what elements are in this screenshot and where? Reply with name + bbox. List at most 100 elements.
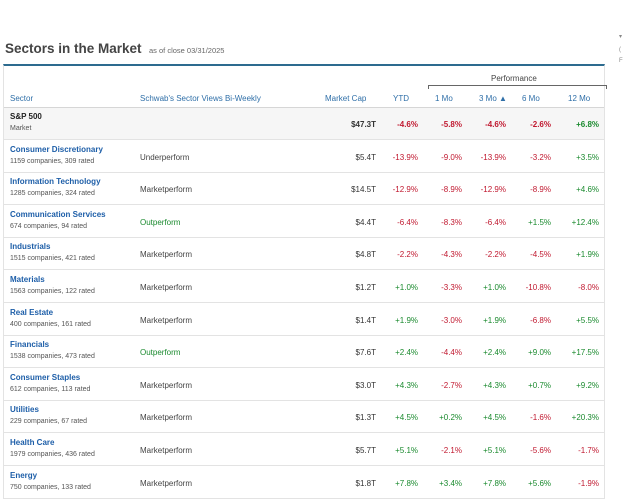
sector-name-link[interactable]: Communication Services	[10, 210, 106, 219]
ytd-value: -13.9%	[392, 152, 418, 162]
1mo-value: -5.8%	[441, 120, 462, 129]
1mo-value: -8.3%	[441, 217, 462, 227]
sector-name-link[interactable]: Financials	[10, 340, 49, 349]
col-header-sector[interactable]: Sector	[10, 94, 33, 107]
market-cap-value: $1.4T	[355, 315, 376, 325]
table-row: S&P 500 Market $47.3T -4.6% -5.8% -4.6% -2.6% +…	[4, 108, 604, 140]
sector-company-count: 1285 companies, 324 rated	[10, 190, 95, 198]
market-cap-value: $1.2T	[355, 283, 376, 292]
market-cap-value: $47.3T	[351, 120, 376, 129]
edge-fragment: ▾	[619, 34, 623, 40]
12mo-value: +4.6%	[576, 185, 599, 195]
col-header-3mo[interactable]: 3 Mo ▲	[479, 94, 507, 107]
sector-view-rating: Marketperform	[140, 478, 193, 488]
ytd-value: +4.5%	[395, 413, 418, 423]
table-row: Consumer Staples 612 companies, 113 rated…	[4, 369, 604, 401]
sector-view-rating: Marketperform	[140, 250, 193, 260]
sector-company-count: 229 companies, 67 rated	[10, 418, 88, 426]
table-row: Consumer Discretionary 1159 companies, 30…	[4, 141, 604, 173]
3mo-value: +7.8%	[483, 478, 506, 488]
12mo-value: +12.4%	[571, 217, 599, 227]
table-row: Materials 1563 companies, 122 rated Market…	[4, 271, 604, 303]
sector-company-count: 1979 companies, 436 rated	[10, 451, 95, 458]
sector-name-link[interactable]: Health Care	[10, 438, 54, 447]
1mo-value: +0.2%	[439, 413, 462, 423]
table-row: Financials 1538 companies, 473 rated Outpe…	[4, 336, 604, 369]
6mo-value: -4.5%	[530, 250, 551, 260]
6mo-value: -5.6%	[530, 446, 551, 455]
12mo-value: +1.9%	[576, 250, 599, 260]
ytd-value: +7.8%	[395, 478, 418, 488]
col-header-1mo[interactable]: 1 Mo	[435, 94, 453, 107]
market-cap-value: $1.3T	[355, 413, 376, 423]
1mo-value: -3.0%	[441, 315, 462, 325]
sector-name-link[interactable]: Industrials	[10, 242, 50, 251]
bracket-tick	[606, 85, 607, 89]
6mo-value: +1.5%	[528, 217, 551, 227]
sector-company-count: 1563 companies, 122 rated	[10, 288, 95, 295]
12mo-value: +3.5%	[576, 152, 599, 162]
6mo-value: +9.0%	[528, 348, 551, 358]
sector-name-link[interactable]: Materials	[10, 275, 45, 284]
table-row: Utilities 229 companies, 67 rated Marketpe…	[4, 401, 604, 434]
market-cap-value: $4.8T	[355, 250, 376, 260]
ytd-value: -12.9%	[392, 185, 418, 195]
12mo-value: -1.9%	[578, 478, 599, 488]
6mo-value: -2.6%	[530, 120, 551, 129]
ytd-value: +1.0%	[395, 283, 418, 292]
col-header-ytd[interactable]: YTD	[393, 94, 409, 107]
ytd-value: -4.6%	[397, 120, 418, 129]
6mo-value: -10.8%	[525, 283, 551, 292]
table-row: Energy 750 companies, 133 rated Marketperf…	[4, 467, 604, 499]
12mo-value: +6.8%	[576, 120, 599, 129]
3mo-value: +1.9%	[483, 315, 506, 325]
performance-group-label: Performance	[491, 74, 537, 83]
sector-name-link[interactable]: Consumer Staples	[10, 373, 80, 382]
ytd-value: -2.2%	[397, 250, 418, 260]
sectors-table: Performance Sector Schwab's Sector Views…	[3, 64, 607, 499]
sector-company-count: 1538 companies, 473 rated	[10, 353, 95, 361]
col-header-6mo[interactable]: 6 Mo	[522, 94, 540, 107]
sector-name-link[interactable]: Energy	[10, 471, 37, 480]
edge-fragment: (	[619, 47, 621, 53]
ytd-value: +5.1%	[395, 446, 418, 455]
sector-company-count: 750 companies, 133 rated	[10, 483, 91, 491]
as-of-date: as of close 03/31/2025	[149, 46, 225, 55]
12mo-value: -1.7%	[578, 446, 599, 455]
sector-company-count: 674 companies, 94 rated	[10, 222, 88, 230]
12mo-value: +17.5%	[571, 348, 599, 358]
sector-name-link[interactable]: Consumer Discretionary	[10, 145, 103, 154]
1mo-value: +3.4%	[439, 478, 462, 488]
col-header-market-cap[interactable]: Market Cap	[325, 94, 366, 107]
3mo-value: +5.1%	[483, 446, 506, 455]
table-row: Information Technology 1285 companies, 32…	[4, 173, 604, 206]
table-row: Industrials 1515 companies, 421 rated Mark…	[4, 238, 604, 271]
sector-view-rating: Marketperform	[140, 413, 193, 423]
sector-view-rating: Marketperform	[140, 380, 193, 390]
1mo-value: -3.3%	[441, 283, 462, 292]
3mo-value: -13.9%	[480, 152, 506, 162]
sector-company-count: 1515 companies, 421 rated	[10, 255, 95, 263]
bracket-tick	[428, 85, 429, 89]
12mo-value: -8.0%	[578, 283, 599, 292]
market-cap-value: $1.8T	[355, 478, 376, 488]
ytd-value: +2.4%	[395, 348, 418, 358]
6mo-value: +0.7%	[528, 380, 551, 390]
market-cap-value: $5.7T	[355, 446, 376, 455]
sector-name-link[interactable]: Utilities	[10, 405, 39, 414]
3mo-value: -2.2%	[485, 250, 506, 260]
sector-name-link[interactable]: Real Estate	[10, 308, 53, 317]
1mo-value: -4.4%	[441, 348, 462, 358]
col-header-views[interactable]: Schwab's Sector Views Bi-Weekly	[140, 94, 261, 107]
table-row: Real Estate 400 companies, 161 rated Marke…	[4, 304, 604, 336]
sector-view-rating: Marketperform	[140, 446, 193, 455]
sector-name-link[interactable]: Information Technology	[10, 177, 101, 186]
sector-company-count: Market	[10, 125, 32, 132]
table-row: Communication Services 674 companies, 94 …	[4, 206, 604, 238]
ytd-value: -6.4%	[397, 217, 418, 227]
sector-view-rating: Outperform	[140, 217, 181, 227]
sector-view-rating: Outperform	[140, 348, 181, 358]
col-header-12mo[interactable]: 12 Mo	[568, 94, 590, 107]
sector-name-link: S&P 500	[10, 112, 42, 121]
12mo-value: +9.2%	[576, 380, 599, 390]
